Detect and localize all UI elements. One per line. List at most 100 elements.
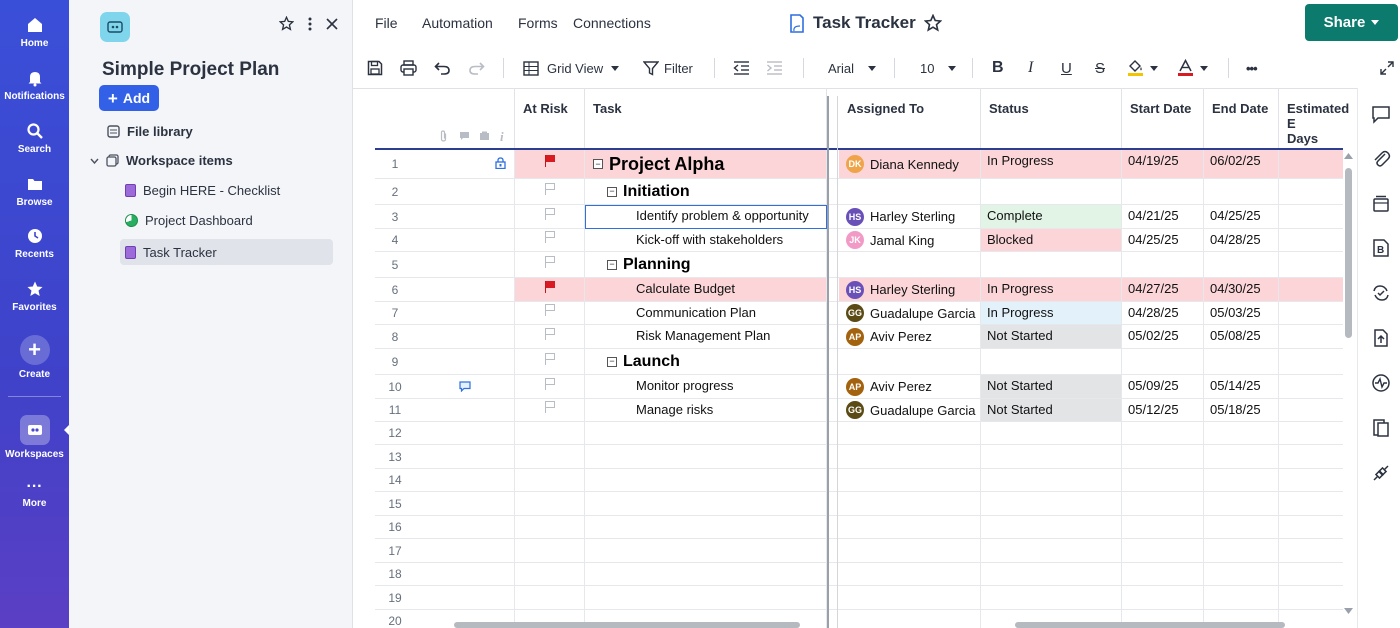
- task-cell[interactable]: Identify problem & opportunity: [585, 205, 827, 229]
- underline-button[interactable]: U: [1061, 58, 1072, 78]
- status-cell[interactable]: Not Started: [981, 325, 1122, 349]
- activity-log-icon[interactable]: [1371, 373, 1391, 393]
- estimated-days-cell[interactable]: [1279, 539, 1343, 563]
- end-date-cell[interactable]: [1204, 445, 1279, 469]
- close-icon[interactable]: [326, 17, 338, 30]
- undo-icon[interactable]: [434, 58, 451, 78]
- font-family-select[interactable]: Arial: [828, 58, 877, 78]
- flag-off-icon[interactable]: [544, 377, 555, 390]
- task-cell[interactable]: [585, 563, 827, 586]
- table-row[interactable]: 18: [353, 563, 1343, 586]
- table-row[interactable]: 16: [353, 516, 1343, 539]
- row-number-cell[interactable]: 12: [375, 422, 515, 445]
- column-header-end-date[interactable]: End Date: [1204, 88, 1279, 149]
- column-header-at-risk[interactable]: At Risk: [515, 88, 585, 149]
- status-cell[interactable]: [981, 563, 1122, 586]
- estimated-days-cell[interactable]: [1279, 150, 1343, 179]
- estimated-days-cell[interactable]: [1279, 325, 1343, 349]
- row-number-cell[interactable]: 10: [375, 375, 515, 399]
- horizontal-scrollbar-thumb[interactable]: [454, 622, 800, 628]
- end-date-cell[interactable]: 05/14/25: [1204, 375, 1279, 399]
- end-date-cell[interactable]: [1204, 539, 1279, 563]
- rail-create[interactable]: + Create: [0, 335, 69, 380]
- text-color-button[interactable]: [1177, 58, 1208, 78]
- at-risk-cell[interactable]: [515, 349, 585, 375]
- table-row[interactable]: 12: [353, 422, 1343, 445]
- indent-icon[interactable]: [766, 58, 783, 78]
- task-cell[interactable]: − Project Alpha: [585, 150, 827, 179]
- column-header-start-date[interactable]: Start Date: [1122, 88, 1204, 149]
- table-row[interactable]: 13: [353, 445, 1343, 469]
- vertical-scrollbar-thumb[interactable]: [1345, 168, 1352, 338]
- task-cell[interactable]: Kick-off with stakeholders: [585, 229, 827, 252]
- row-number-cell[interactable]: 7: [375, 302, 515, 325]
- favorite-star-icon[interactable]: [923, 14, 942, 32]
- bold-button[interactable]: B: [992, 58, 1004, 78]
- start-date-cell[interactable]: [1122, 445, 1204, 469]
- end-date-cell[interactable]: [1204, 422, 1279, 445]
- task-cell[interactable]: Manage risks: [585, 399, 827, 422]
- start-date-cell[interactable]: [1122, 422, 1204, 445]
- at-risk-cell[interactable]: [515, 539, 585, 563]
- share-button[interactable]: Share: [1305, 4, 1398, 41]
- status-cell[interactable]: Not Started: [981, 399, 1122, 422]
- collapse-toggle-icon[interactable]: −: [607, 356, 617, 367]
- estimated-days-cell[interactable]: [1279, 492, 1343, 516]
- row-number-cell[interactable]: 14: [375, 469, 515, 492]
- task-cell[interactable]: [585, 492, 827, 516]
- estimated-days-cell[interactable]: [1279, 516, 1343, 539]
- print-icon[interactable]: [400, 58, 417, 78]
- end-date-cell[interactable]: [1204, 563, 1279, 586]
- lock-icon[interactable]: [495, 157, 506, 169]
- collapse-toggle-icon[interactable]: −: [607, 259, 617, 270]
- task-cell[interactable]: [585, 445, 827, 469]
- table-row[interactable]: 4 Kick-off with stakeholders JK Jamal King B…: [353, 229, 1343, 252]
- start-date-cell[interactable]: [1122, 252, 1204, 278]
- vertical-scrollbar[interactable]: [1344, 150, 1353, 620]
- flag-off-icon[interactable]: [544, 182, 555, 195]
- table-row[interactable]: 11 Manage risks GG Guadalupe Garcia Not Star…: [353, 399, 1343, 422]
- start-date-cell[interactable]: [1122, 563, 1204, 586]
- end-date-cell[interactable]: [1204, 516, 1279, 539]
- task-cell[interactable]: Monitor progress: [585, 375, 827, 399]
- task-cell[interactable]: Calculate Budget: [585, 278, 827, 302]
- end-date-cell[interactable]: 04/30/25: [1204, 278, 1279, 302]
- estimated-days-cell[interactable]: [1279, 375, 1343, 399]
- flag-off-icon[interactable]: [544, 304, 555, 316]
- at-risk-cell[interactable]: [515, 179, 585, 205]
- end-date-cell[interactable]: [1204, 586, 1279, 610]
- file-library-link[interactable]: File library: [107, 124, 193, 139]
- status-cell[interactable]: [981, 469, 1122, 492]
- table-row[interactable]: 15: [353, 492, 1343, 516]
- task-cell[interactable]: Communication Plan: [585, 302, 827, 325]
- assigned-to-cell[interactable]: GG Guadalupe Garcia: [839, 302, 981, 325]
- font-size-select[interactable]: 10: [920, 58, 957, 78]
- estimated-days-cell[interactable]: [1279, 422, 1343, 445]
- end-date-cell[interactable]: 05/03/25: [1204, 302, 1279, 325]
- more-options-button[interactable]: •••: [1246, 58, 1258, 78]
- estimated-days-cell[interactable]: [1279, 179, 1343, 205]
- end-date-cell[interactable]: 05/18/25: [1204, 399, 1279, 422]
- start-date-cell[interactable]: 05/09/25: [1122, 375, 1204, 399]
- rail-search[interactable]: Search: [0, 122, 69, 155]
- estimated-days-cell[interactable]: [1279, 205, 1343, 229]
- table-row[interactable]: 3 Identify problem & opportunity HS Harley …: [353, 205, 1343, 229]
- at-risk-cell[interactable]: [515, 325, 585, 349]
- flag-off-icon[interactable]: [544, 255, 555, 268]
- row-number-cell[interactable]: 17: [375, 539, 515, 563]
- rail-recents[interactable]: Recents: [0, 227, 69, 260]
- sidebar-item-task-tracker[interactable]: Task Tracker: [120, 239, 333, 265]
- start-date-cell[interactable]: 05/02/25: [1122, 325, 1204, 349]
- at-risk-cell[interactable]: [515, 516, 585, 539]
- table-row[interactable]: 7 Communication Plan GG Guadalupe Garcia In …: [353, 302, 1343, 325]
- at-risk-cell[interactable]: [515, 586, 585, 610]
- assigned-to-cell[interactable]: [839, 539, 981, 563]
- table-row[interactable]: 8 Risk Management Plan AP Aviv Perez Not Sta…: [353, 325, 1343, 349]
- task-cell[interactable]: [585, 469, 827, 492]
- column-header-status[interactable]: Status: [981, 88, 1122, 149]
- assigned-to-cell[interactable]: GG Guadalupe Garcia: [839, 399, 981, 422]
- sidebar-item-begin-here[interactable]: Begin HERE - Checklist: [125, 183, 280, 198]
- table-row[interactable]: 14: [353, 469, 1343, 492]
- end-date-cell[interactable]: 06/02/25: [1204, 150, 1279, 179]
- estimated-days-cell[interactable]: [1279, 302, 1343, 325]
